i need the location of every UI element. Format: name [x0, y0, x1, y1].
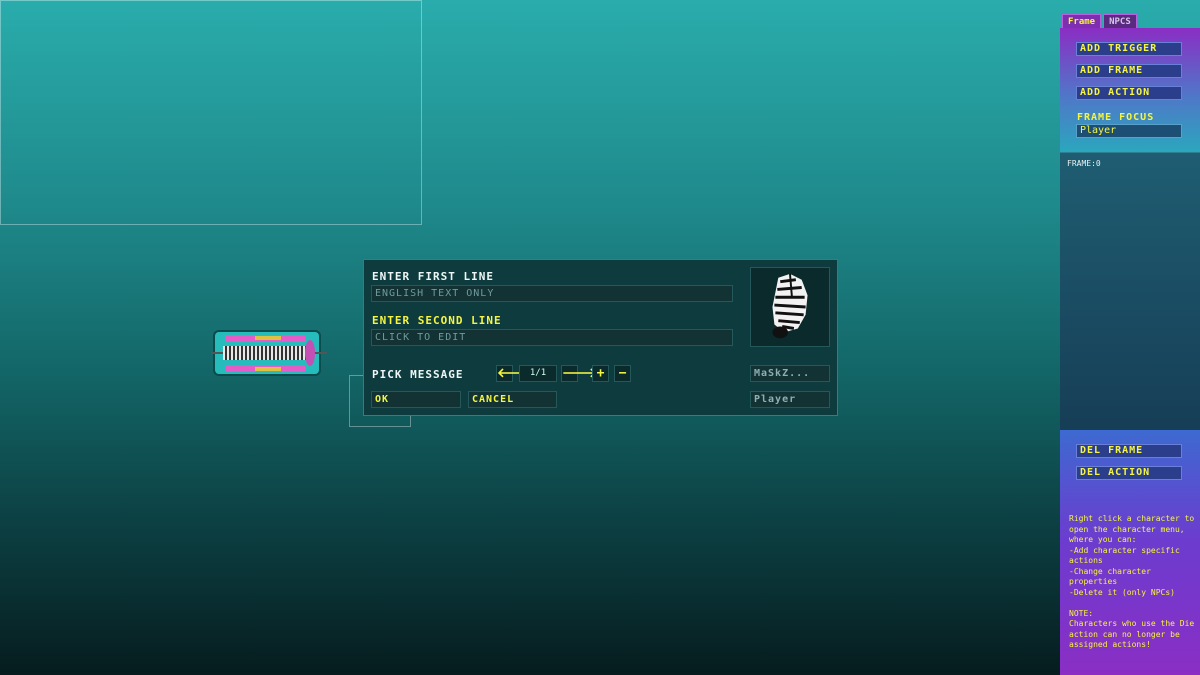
- panel-tabs: Frame NPCS: [1062, 14, 1139, 29]
- frame-list-item[interactable]: FRAME:0: [1067, 159, 1101, 168]
- add-trigger-button[interactable]: ADD TRIGGER: [1076, 42, 1182, 56]
- del-frame-button[interactable]: DEL FRAME: [1076, 444, 1182, 458]
- message-counter: 1/1: [519, 365, 557, 382]
- add-frame-button[interactable]: ADD FRAME: [1076, 64, 1182, 78]
- character-name-field[interactable]: MaSkZ...: [750, 365, 830, 382]
- remove-message-button[interactable]: −: [614, 365, 631, 382]
- first-line-label: ENTER FIRST LINE: [372, 270, 494, 283]
- next-message-button[interactable]: 🡒: [561, 365, 597, 382]
- car-detail: [255, 336, 281, 340]
- frame-delete-panel: DEL FRAME DEL ACTION Right click a chara…: [1060, 430, 1200, 675]
- prev-message-button[interactable]: 🡐: [496, 365, 532, 382]
- second-line-input[interactable]: CLICK TO EDIT: [371, 329, 733, 346]
- message-dialog: ENTER FIRST LINE ENGLISH TEXT ONLY ENTER…: [363, 259, 838, 416]
- car-roof: [223, 346, 309, 360]
- car-sprite[interactable]: [211, 330, 327, 376]
- pick-message-label: PICK MESSAGE: [372, 368, 464, 381]
- tab-frame[interactable]: Frame: [1062, 14, 1102, 29]
- add-message-button[interactable]: +: [592, 365, 609, 382]
- frame-focus-select[interactable]: Player: [1076, 124, 1182, 138]
- help-text: Right click a character to open the char…: [1069, 514, 1195, 649]
- frame-list[interactable]: FRAME:0: [1060, 152, 1200, 430]
- del-action-button[interactable]: DEL ACTION: [1076, 466, 1182, 480]
- car-bumper: [305, 340, 315, 366]
- first-line-input[interactable]: ENGLISH TEXT ONLY: [371, 285, 733, 302]
- car-detail: [255, 367, 281, 371]
- ok-button[interactable]: OK: [371, 391, 461, 408]
- camera-frame-outline: [0, 0, 422, 225]
- tab-npcs[interactable]: NPCS: [1103, 14, 1137, 29]
- second-line-label: ENTER SECOND LINE: [372, 314, 502, 327]
- zebra-mask-icon: [772, 273, 808, 339]
- character-portrait[interactable]: [750, 267, 830, 347]
- focus-name-field[interactable]: Player: [750, 391, 830, 408]
- frame-tools-panel: ADD TRIGGER ADD FRAME ADD ACTION FRAME F…: [1060, 28, 1200, 152]
- cancel-button[interactable]: CANCEL: [468, 391, 557, 408]
- frame-focus-label: FRAME FOCUS: [1077, 112, 1155, 123]
- add-action-button[interactable]: ADD ACTION: [1076, 86, 1182, 100]
